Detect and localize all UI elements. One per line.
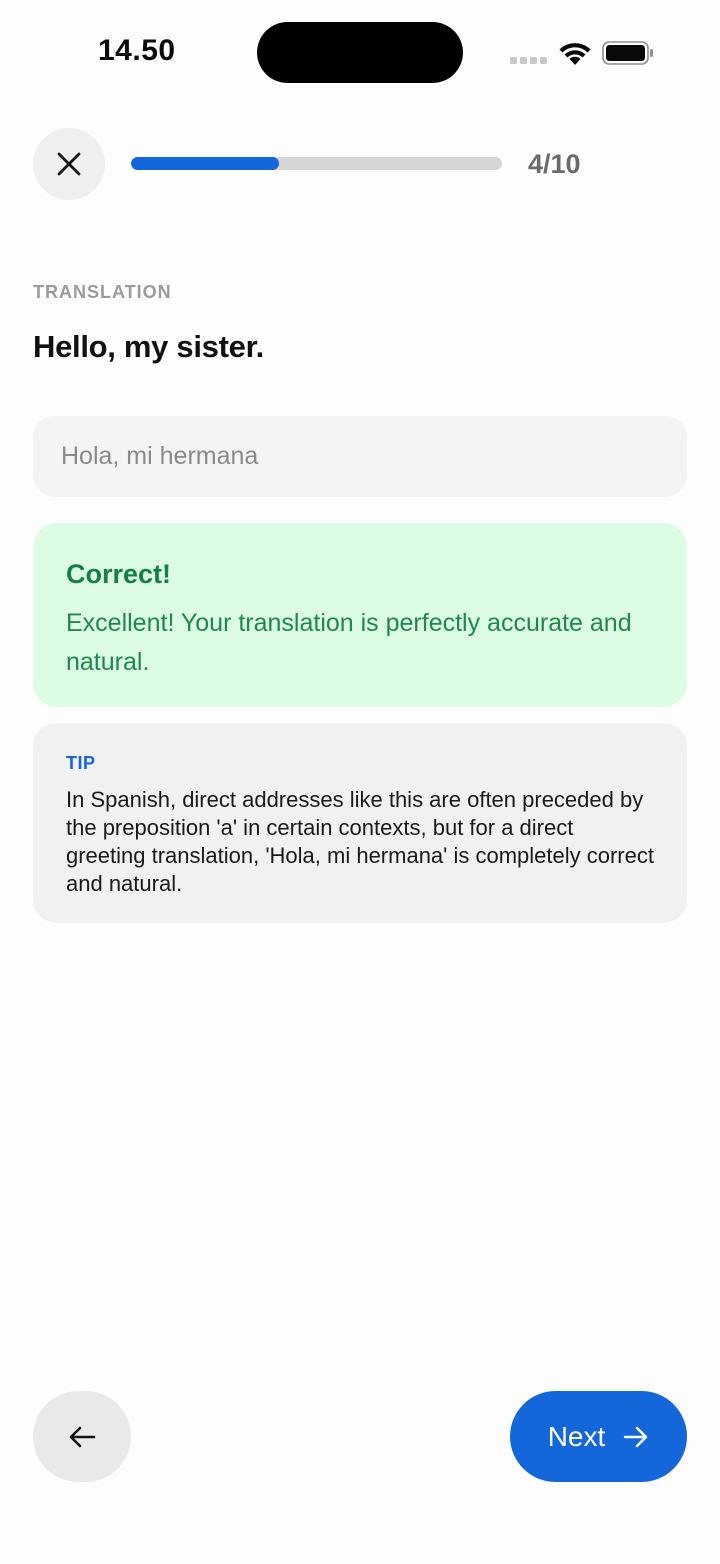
arrow-left-icon <box>69 1426 96 1447</box>
cellular-signal-icon <box>510 57 547 64</box>
progress-counter: 4/10 <box>528 149 581 179</box>
close-button[interactable] <box>33 128 105 200</box>
progress-bar <box>131 157 502 170</box>
status-bar-time: 14.50 <box>98 34 176 67</box>
tip-label: TIP <box>66 753 96 773</box>
next-button[interactable]: Next <box>510 1391 687 1482</box>
close-icon <box>57 152 81 176</box>
feedback-card: Correct! Excellent! Your translation is … <box>33 523 687 707</box>
prompt-sentence: Hello, my sister. <box>33 329 264 364</box>
wifi-icon <box>559 43 591 65</box>
next-button-label: Next <box>547 1420 606 1452</box>
tip-text: In Spanish, direct addresses like this a… <box>66 787 654 896</box>
dynamic-island <box>257 22 463 83</box>
tip-card: TIP In Spanish, direct addresses like th… <box>33 723 687 923</box>
progress-bar-fill <box>131 157 280 170</box>
answer-field[interactable]: Hola, mi hermana <box>33 416 687 497</box>
feedback-title: Correct! <box>66 559 172 589</box>
battery-icon <box>602 41 653 65</box>
section-label: TRANSLATION <box>33 282 172 302</box>
feedback-message: Excellent! Your translation is perfectly… <box>66 609 632 676</box>
back-button[interactable] <box>33 1391 131 1482</box>
arrow-right-icon <box>624 1426 648 1447</box>
